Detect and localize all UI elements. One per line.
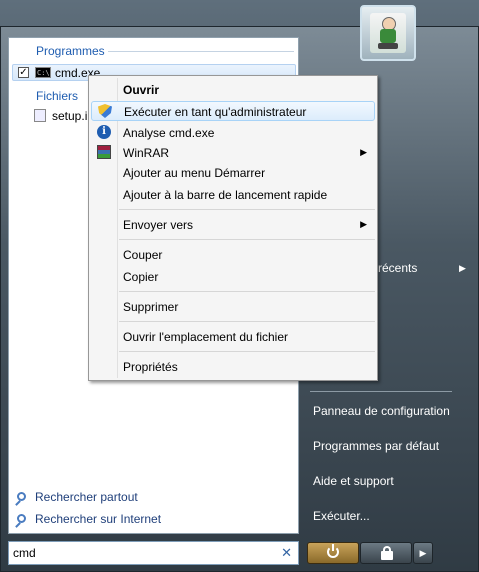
- search-internet-label: Rechercher sur Internet: [35, 512, 162, 526]
- menu-item-label: Ajouter au menu Démarrer: [123, 166, 266, 180]
- search-icon: [17, 492, 26, 501]
- programs-header: Programmes: [36, 44, 105, 58]
- menu-item-label: Couper: [123, 248, 163, 262]
- menu-separator: [119, 239, 375, 240]
- menu-item-copy[interactable]: Copier: [91, 267, 375, 287]
- help-support-link[interactable]: Aide et support: [313, 474, 394, 488]
- files-header: Fichiers: [36, 89, 79, 103]
- right-pane-divider: [310, 391, 452, 392]
- submenu-arrow-icon: ▶: [360, 219, 367, 229]
- recent-items-link[interactable]: récents: [378, 261, 417, 275]
- file-item-label: setup.i: [52, 109, 88, 123]
- clear-search-icon[interactable]: ✕: [281, 545, 292, 561]
- menu-item-label: Copier: [123, 270, 159, 284]
- menu-item-winrar[interactable]: WinRAR ▶: [91, 143, 375, 163]
- menu-item-send-to[interactable]: Envoyer vers ▶: [91, 215, 375, 235]
- power-button[interactable]: [307, 542, 359, 564]
- cmd-icon: C:\: [35, 67, 51, 78]
- menu-item-delete[interactable]: Supprimer: [91, 297, 375, 317]
- file-icon: [34, 109, 46, 122]
- menu-item-label: Ouvrir: [123, 83, 160, 97]
- power-icon: [327, 544, 339, 558]
- menu-item-label: Envoyer vers: [123, 218, 194, 232]
- menu-item-run-as-admin[interactable]: Exécuter en tant qu'administrateur: [91, 101, 375, 121]
- shutdown-options-button[interactable]: ▶: [413, 542, 433, 564]
- submenu-arrow-icon: ▶: [360, 147, 367, 157]
- avatar-picture: [370, 13, 406, 53]
- start-search-box[interactable]: ✕: [8, 541, 299, 565]
- search-icon: [17, 514, 26, 523]
- lock-button[interactable]: [360, 542, 412, 564]
- programs-divider: [108, 51, 294, 52]
- user-avatar[interactable]: [360, 5, 416, 61]
- menu-item-label: WinRAR: [123, 146, 170, 160]
- chevron-right-icon: ▶: [459, 263, 466, 273]
- menu-separator: [119, 291, 375, 292]
- shield-icon: [98, 104, 112, 118]
- menu-item-label: Ouvrir l'emplacement du fichier: [123, 330, 289, 344]
- control-panel-link[interactable]: Panneau de configuration: [313, 404, 450, 418]
- run-link[interactable]: Exécuter...: [313, 509, 370, 523]
- menu-item-add-start[interactable]: Ajouter au menu Démarrer: [91, 163, 375, 183]
- search-input[interactable]: [13, 544, 278, 562]
- avatar-body: [380, 29, 396, 43]
- antivirus-icon: i: [97, 125, 111, 139]
- context-menu: Ouvrir Exécuter en tant qu'administrateu…: [88, 75, 378, 381]
- menu-separator: [119, 351, 375, 352]
- menu-item-label: Supprimer: [123, 300, 179, 314]
- menu-item-label: Ajouter à la barre de lancement rapide: [123, 188, 328, 202]
- menu-item-scan[interactable]: i Analyse cmd.exe: [91, 123, 375, 143]
- menu-item-open-location[interactable]: Ouvrir l'emplacement du fichier: [91, 327, 375, 347]
- menu-separator: [119, 321, 375, 322]
- menu-item-label: Propriétés: [123, 360, 178, 374]
- winrar-icon: [97, 145, 111, 159]
- checkbox[interactable]: ✓: [18, 67, 29, 78]
- search-everywhere-label: Rechercher partout: [35, 490, 138, 504]
- menu-item-label: Exécuter en tant qu'administrateur: [124, 105, 307, 119]
- menu-item-label: Analyse cmd.exe: [123, 126, 215, 140]
- menu-item-properties[interactable]: Propriétés: [91, 357, 375, 377]
- avatar-legs: [378, 43, 398, 49]
- menu-item-add-quicklaunch[interactable]: Ajouter à la barre de lancement rapide: [91, 185, 375, 205]
- default-programs-link[interactable]: Programmes par défaut: [313, 439, 439, 453]
- lock-icon: [381, 546, 393, 560]
- menu-separator: [119, 209, 375, 210]
- menu-item-open[interactable]: Ouvrir: [91, 80, 375, 100]
- menu-item-cut[interactable]: Couper: [91, 245, 375, 265]
